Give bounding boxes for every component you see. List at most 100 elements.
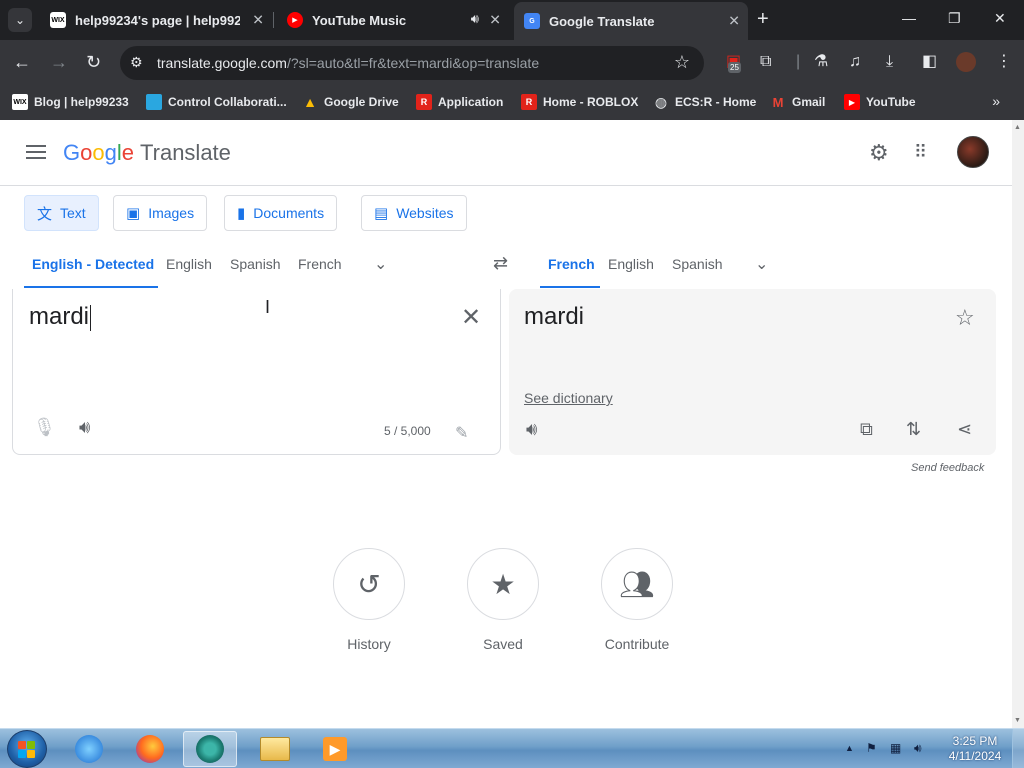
- volume-icon[interactable]: 🔊︎: [914, 741, 922, 756]
- taskbar-internet-explorer[interactable]: [62, 731, 116, 767]
- bookmark-gmail[interactable]: M Gmail: [770, 94, 826, 110]
- saved-button[interactable]: ★ Saved: [467, 548, 539, 652]
- see-dictionary-link[interactable]: See dictionary: [524, 390, 613, 406]
- history-label: History: [347, 636, 391, 652]
- source-lang-english[interactable]: English: [166, 256, 212, 272]
- mode-images-button[interactable]: ▣ Images: [113, 195, 208, 231]
- settings-gear-icon[interactable]: ⚙︎: [869, 140, 889, 166]
- close-tab-icon[interactable]: ✕: [252, 12, 264, 29]
- tab-wix[interactable]: WIX help99234's page | help99233 ✕: [40, 4, 272, 36]
- page-content: Google Translate ⚙︎ ⠿ 文 Text ▣ Images ▮ Docu…: [0, 120, 1024, 728]
- network-icon[interactable]: ▦: [890, 741, 901, 755]
- forward-arrow-icon[interactable]: →: [50, 52, 68, 72]
- close-window-icon[interactable]: ✕: [994, 10, 1006, 27]
- more-bookmarks-icon[interactable]: »: [992, 93, 1000, 109]
- copy-icon[interactable]: ⧉: [860, 419, 873, 440]
- gmail-icon: M: [772, 94, 784, 110]
- target-lang-english[interactable]: English: [608, 256, 654, 272]
- google-translate-logo[interactable]: Google Translate: [63, 140, 231, 166]
- mode-documents-button[interactable]: ▮ Documents: [224, 195, 338, 231]
- bookmark-ecsr[interactable]: ◍ ECS:R - Home: [653, 94, 756, 110]
- labs-flask-icon[interactable]: ⚗︎: [814, 52, 828, 72]
- extensions-puzzle-icon[interactable]: ⧉: [760, 52, 771, 72]
- source-text-input[interactable]: mardi: [29, 303, 91, 331]
- rate-translation-icon[interactable]: ⇅: [906, 419, 921, 440]
- share-icon[interactable]: ⋖: [957, 419, 972, 440]
- show-hidden-icons[interactable]: ▲: [845, 743, 854, 753]
- action-center-flag-icon[interactable]: ⚑: [866, 741, 877, 755]
- microphone-icon[interactable]: 🎙︎: [33, 417, 56, 438]
- clear-text-icon[interactable]: ✕: [461, 303, 481, 332]
- source-lang-detected[interactable]: English - Detected: [32, 256, 154, 272]
- scroll-up-icon[interactable]: ▲: [1014, 124, 1021, 131]
- address-bar[interactable]: ⚙︎ translate.google.com/?sl=auto&tl=fr&t…: [120, 46, 704, 80]
- source-lang-more-chevron-icon[interactable]: ⌄: [374, 254, 387, 274]
- bookmark-control-collaboration[interactable]: Control Collaborati...: [146, 94, 287, 110]
- send-feedback-link[interactable]: Send feedback: [911, 462, 984, 474]
- clock-time: 3:25 PM: [952, 734, 998, 748]
- side-panel-icon[interactable]: ◧: [922, 52, 937, 72]
- hamburger-menu-icon[interactable]: [26, 145, 46, 163]
- new-tab-plus-icon[interactable]: +: [757, 9, 769, 29]
- target-lang-more-chevron-icon[interactable]: ⌄: [755, 254, 768, 274]
- save-translation-star-icon[interactable]: ☆: [955, 305, 975, 331]
- speaker-icon[interactable]: 🔊︎: [471, 11, 479, 27]
- roblox-icon: R: [521, 94, 537, 110]
- listen-translation-speaker-icon[interactable]: 🔊︎: [526, 419, 537, 440]
- taskbar-media-player[interactable]: ▶: [308, 731, 362, 767]
- taskbar-firefox[interactable]: [123, 731, 177, 767]
- more-menu-icon[interactable]: ⋮: [996, 52, 1012, 72]
- listen-source-speaker-icon[interactable]: 🔊︎: [79, 417, 90, 438]
- tab-youtube-music[interactable]: ▶ YouTube Music 🔊︎ ✕: [277, 4, 509, 36]
- taskbar-chrome[interactable]: [183, 731, 237, 767]
- account-avatar[interactable]: [957, 136, 989, 168]
- site-info-icon[interactable]: ⚙︎: [130, 54, 143, 71]
- close-tab-icon[interactable]: ✕: [489, 12, 501, 29]
- bookmark-application[interactable]: R Application: [416, 94, 503, 110]
- bookmark-youtube[interactable]: ▶ YouTube: [844, 94, 916, 110]
- bookmark-roblox[interactable]: R Home - ROBLOX: [521, 94, 638, 110]
- start-button[interactable]: [7, 730, 47, 768]
- page-scrollbar[interactable]: ▲ ▼: [1012, 120, 1024, 728]
- show-desktop-button[interactable]: [1012, 729, 1024, 768]
- tab-search-chevron-icon[interactable]: ⌄: [8, 8, 32, 32]
- windows-logo-icon: [18, 741, 36, 759]
- text-cursor-icon: I: [265, 297, 271, 317]
- minimize-icon[interactable]: —: [902, 10, 916, 26]
- firefox-icon: [136, 735, 164, 763]
- bookmark-blog[interactable]: WIX Blog | help99233: [12, 94, 129, 110]
- back-arrow-icon[interactable]: ←: [13, 52, 31, 72]
- url-text[interactable]: translate.google.com/?sl=auto&tl=fr&text…: [157, 55, 539, 71]
- mode-websites-button[interactable]: ▤ Websites: [361, 195, 467, 231]
- swap-languages-icon[interactable]: ⇄: [493, 253, 508, 274]
- image-icon: ▣: [126, 205, 141, 222]
- bookmark-google-drive[interactable]: ▲ Google Drive: [302, 94, 399, 110]
- source-lang-french[interactable]: French: [298, 256, 342, 272]
- download-icon[interactable]: ⤓: [886, 52, 893, 72]
- reload-icon[interactable]: ↻: [86, 52, 101, 72]
- apps-grid-icon[interactable]: ⠿: [914, 142, 927, 163]
- mode-text-button[interactable]: 文 Text: [24, 195, 99, 231]
- contribute-button[interactable]: 👥︎ Contribute: [601, 548, 673, 652]
- target-lang-spanish[interactable]: Spanish: [672, 256, 723, 272]
- google-translate-icon: G: [524, 13, 540, 29]
- people-icon: 👥︎: [601, 548, 673, 620]
- target-lang-french[interactable]: French: [548, 256, 595, 272]
- profile-avatar[interactable]: [956, 52, 976, 72]
- scroll-down-icon[interactable]: ▼: [1014, 717, 1021, 724]
- taskbar-file-explorer[interactable]: [248, 731, 302, 767]
- restore-icon[interactable]: ❐: [948, 10, 961, 27]
- media-control-icon[interactable]: ♫: [849, 52, 861, 72]
- clock-date: 4/11/2024: [948, 749, 1002, 763]
- bookmark-star-icon[interactable]: ☆: [674, 52, 690, 73]
- tab-title: YouTube Music: [312, 12, 407, 28]
- pencil-icon[interactable]: ✎: [455, 423, 468, 443]
- close-tab-icon[interactable]: ✕: [728, 13, 740, 30]
- system-clock[interactable]: 3:25 PM 4/11/2024: [944, 734, 1006, 764]
- tab-google-translate[interactable]: G Google Translate ✕: [514, 2, 748, 40]
- source-lang-spanish[interactable]: Spanish: [230, 256, 281, 272]
- history-button[interactable]: ↺ History: [333, 548, 405, 652]
- history-icon: ↺: [333, 548, 405, 620]
- translate-icon: 文: [37, 205, 53, 223]
- tab-title: help99234's page | help99233: [75, 12, 240, 28]
